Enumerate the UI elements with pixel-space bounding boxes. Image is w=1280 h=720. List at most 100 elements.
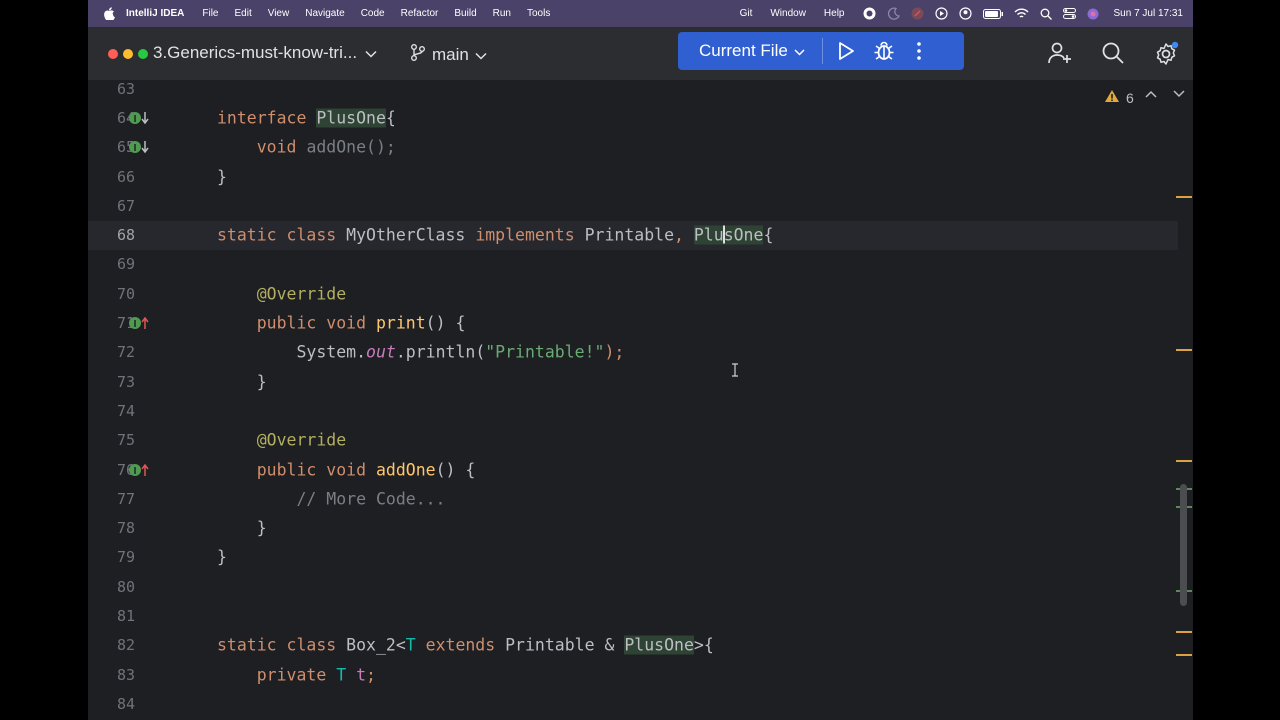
menu-edit[interactable]: Edit — [234, 8, 251, 19]
code-text: } — [256, 372, 267, 392]
line-number: 77 — [116, 489, 135, 508]
menu-git[interactable]: Git — [740, 8, 753, 19]
warning-count: 6 — [1126, 89, 1134, 106]
menu-file[interactable]: File — [202, 8, 218, 19]
menu-refactor[interactable]: Refactor — [401, 8, 439, 19]
code-text: // More Code... — [296, 489, 446, 509]
line-number: 79 — [116, 548, 135, 567]
overrides-method-icon[interactable]: I — [128, 315, 150, 331]
code-text: @Override — [256, 284, 347, 304]
more-options-icon[interactable] — [917, 42, 921, 60]
chevron-down-icon — [794, 41, 805, 61]
menu-window[interactable]: Window — [770, 8, 806, 19]
code-text: System.out.println("Printable!"); — [296, 342, 625, 362]
close-window-button[interactable] — [108, 49, 118, 59]
apple-logo-icon[interactable] — [102, 7, 116, 20]
code-text: private T t; — [256, 665, 376, 685]
zoom-window-button[interactable] — [138, 49, 148, 59]
code-text: static class Box_2<T extends Printable &… — [217, 635, 714, 655]
warning-stripe-mark[interactable] — [1176, 349, 1192, 351]
warning-stripe-mark[interactable] — [1176, 654, 1192, 656]
code-line: 74 — [88, 396, 1178, 425]
menu-navigate[interactable]: Navigate — [305, 8, 344, 19]
wifi-icon[interactable] — [1013, 8, 1029, 19]
settings-gear-icon[interactable] — [1154, 41, 1180, 67]
code-line: 67 — [88, 191, 1178, 220]
code-line: 80 — [88, 572, 1178, 601]
line-number: 72 — [116, 343, 135, 362]
code-line: 63 — [88, 74, 1178, 103]
menu-run[interactable]: Run — [493, 8, 511, 19]
code-line: 82 static class Box_2<T extends Printabl… — [88, 631, 1178, 660]
menu-code[interactable]: Code — [361, 8, 385, 19]
code-line: 78 } — [88, 514, 1178, 543]
code-line: 70 @Override — [88, 279, 1178, 308]
vertical-scrollbar-thumb[interactable] — [1180, 484, 1187, 606]
code-line: 65 I void addOne(); — [88, 133, 1178, 162]
menu-view[interactable]: View — [268, 8, 290, 19]
run-icon[interactable] — [837, 41, 855, 61]
minimize-window-button[interactable] — [123, 49, 133, 59]
pin-icon[interactable] — [911, 7, 924, 20]
menu-tools[interactable]: Tools — [527, 8, 550, 19]
battery-icon[interactable] — [982, 8, 1003, 19]
debug-icon[interactable] — [873, 40, 895, 62]
code-editor[interactable]: 63 64 I interface PlusOne{ 65 I void add… — [88, 80, 1193, 720]
chevron-down-icon — [365, 43, 377, 63]
branch-selector[interactable]: main — [410, 43, 487, 66]
warning-stripe-mark[interactable] — [1176, 196, 1192, 198]
line-number: 66 — [116, 167, 135, 186]
play-circle-icon[interactable] — [934, 7, 948, 20]
svg-text:I: I — [134, 143, 137, 154]
overrides-method-icon[interactable]: I — [128, 462, 150, 478]
add-user-icon[interactable] — [1048, 41, 1072, 65]
code-text: static class MyOtherClass implements Pri… — [217, 225, 774, 245]
line-number: 67 — [116, 196, 135, 215]
code-line: 73 } — [88, 367, 1178, 396]
menu-help[interactable]: Help — [824, 8, 845, 19]
user-circle-icon[interactable] — [958, 7, 972, 20]
svg-text:I: I — [134, 114, 137, 125]
interface-implemented-icon[interactable]: I — [128, 139, 150, 155]
code-text: @Override — [256, 430, 347, 450]
chevron-down-icon[interactable] — [1173, 90, 1185, 98]
code-line-current: 68 static class MyOtherClass implements … — [88, 220, 1178, 250]
line-number: 73 — [116, 372, 135, 391]
branch-name: main — [432, 44, 469, 64]
warning-stripe-mark[interactable] — [1176, 460, 1192, 462]
chevron-up-icon[interactable] — [1145, 90, 1157, 98]
inspection-widget[interactable]: 6 — [1104, 89, 1134, 106]
search-everywhere-icon[interactable] — [1101, 41, 1125, 65]
run-widget: Current File — [678, 32, 964, 70]
git-branch-icon — [410, 43, 426, 66]
run-config-selector[interactable]: Current File — [699, 41, 805, 61]
warning-stripe-mark[interactable] — [1176, 631, 1192, 633]
siri-icon[interactable] — [1087, 8, 1099, 20]
code-line: 84 — [88, 689, 1178, 718]
line-number: 81 — [116, 607, 135, 626]
moon-icon[interactable] — [887, 7, 900, 20]
line-number: 84 — [116, 694, 135, 713]
macos-menu-bar: IntelliJ IDEA File Edit View Navigate Co… — [88, 0, 1193, 27]
project-selector[interactable]: 3.Generics-must-know-tri... — [153, 43, 377, 63]
line-number: 63 — [116, 79, 135, 98]
control-center-icon[interactable] — [1062, 8, 1076, 19]
line-number: 74 — [116, 401, 135, 420]
menu-app-name[interactable]: IntelliJ IDEA — [126, 8, 184, 19]
code-text: public void print() { — [256, 313, 466, 333]
interface-implemented-icon[interactable]: I — [128, 110, 150, 126]
search-icon[interactable] — [1040, 8, 1052, 20]
menubar-clock[interactable]: Sun 7 Jul 17:31 — [1114, 8, 1184, 19]
chevron-down-icon — [475, 45, 487, 65]
ide-window: 3.Generics-must-know-tri... main Current… — [88, 27, 1193, 720]
run-widget-separator — [821, 38, 823, 64]
svg-text:I: I — [134, 466, 137, 477]
code-line: 71 I public void print() { — [88, 308, 1178, 337]
line-number: 78 — [116, 519, 135, 538]
line-number: 80 — [116, 577, 135, 596]
menu-build[interactable]: Build — [454, 8, 476, 19]
run-config-label: Current File — [699, 41, 788, 60]
code-line: 75 @Override — [88, 426, 1178, 455]
record-icon[interactable] — [863, 7, 876, 20]
code-text: void addOne(); — [256, 137, 396, 157]
